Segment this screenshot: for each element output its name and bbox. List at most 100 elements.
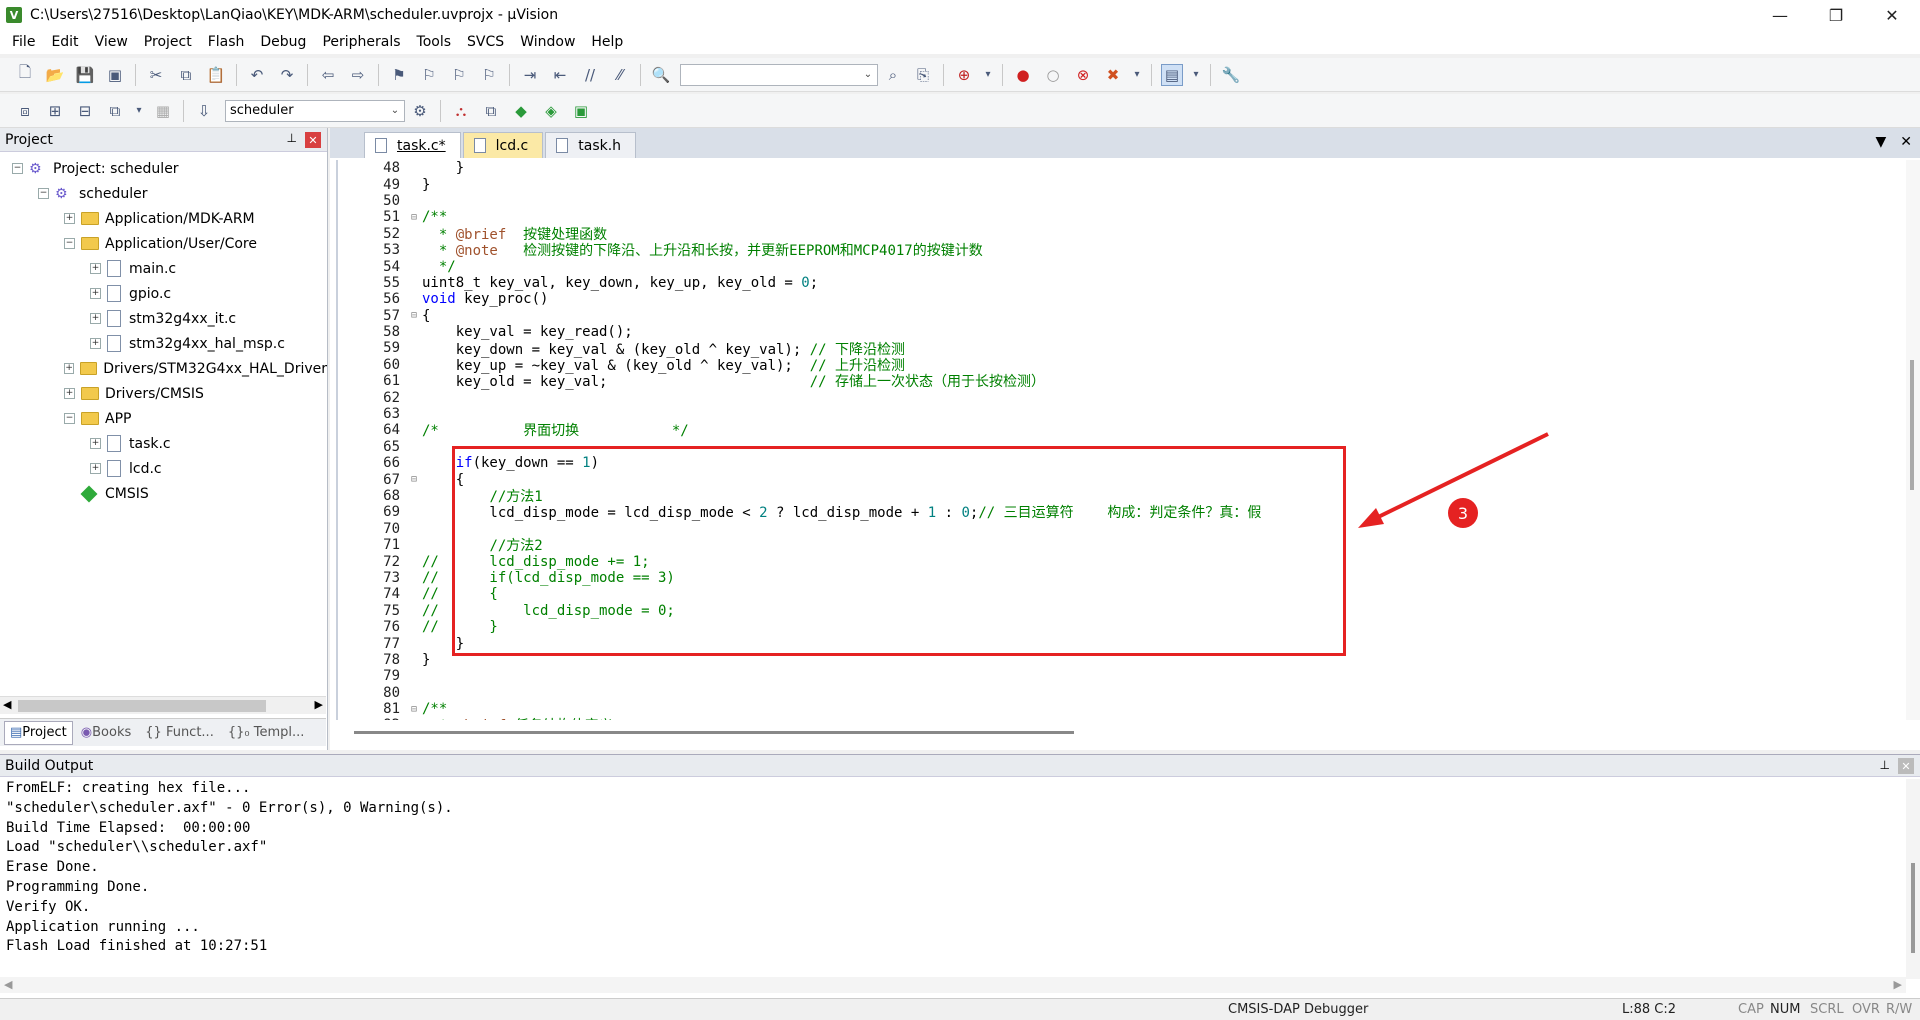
tree-item[interactable]: + task.c <box>0 431 327 456</box>
code-line[interactable]: 79 <box>338 668 1914 684</box>
tab-functions[interactable]: {} Funct... <box>139 721 220 745</box>
expand-icon[interactable]: + <box>90 438 101 449</box>
editor-tab-task-c-[interactable]: task.c* <box>364 132 461 158</box>
cut-icon[interactable]: ✂ <box>145 64 167 86</box>
expand-icon[interactable]: + <box>64 388 75 399</box>
save-all-icon[interactable]: ▣ <box>104 64 126 86</box>
prev-bookmark-icon[interactable]: ⚐ <box>418 64 440 86</box>
tree-item[interactable]: + Drivers/STM32G4xx_HAL_Driver <box>0 356 327 381</box>
close-tab-icon[interactable]: ✕ <box>1900 134 1912 150</box>
indent-icon[interactable]: ⇥ <box>519 64 541 86</box>
tree-item[interactable]: CMSIS <box>0 481 327 506</box>
translate-icon[interactable]: ⧈ <box>14 100 36 122</box>
clear-bookmarks-icon[interactable]: ⚐ <box>478 64 500 86</box>
scroll-right-icon[interactable]: ▶ <box>315 698 323 711</box>
code-area[interactable]: 48 } 49} 50 51 ⊟/** 52 * @brief 按键处理函数 53 * @n… <box>336 160 1914 720</box>
code-line[interactable]: 48 } <box>338 160 1914 176</box>
download-icon[interactable]: ⇩ <box>193 100 215 122</box>
find-in-files-icon[interactable]: 🔍 <box>650 64 672 86</box>
code-line[interactable]: 75 // lcd_disp_mode = 0; <box>338 603 1914 619</box>
code-line[interactable]: 62 <box>338 389 1914 406</box>
code-line[interactable]: 56 void key_proc() <box>338 291 1914 307</box>
expand-icon[interactable]: + <box>90 338 101 349</box>
incremental-find-icon[interactable]: ⎘ <box>912 64 934 86</box>
expand-icon[interactable]: + <box>90 288 101 299</box>
copy-icon[interactable]: ⧉ <box>175 64 197 86</box>
find-icon[interactable]: ⌕ <box>882 64 904 86</box>
code-line[interactable]: 50 <box>338 193 1914 209</box>
run-time-environment-icon[interactable]: ▣ <box>570 100 592 122</box>
code-line[interactable]: 70 <box>338 521 1914 537</box>
code-line[interactable]: 57 ⊟{ <box>338 308 1914 324</box>
code-line[interactable]: 65 <box>338 439 1914 455</box>
manage-rte-icon[interactable]: ◈ <box>540 100 562 122</box>
debug-session-icon[interactable]: ⊕ <box>953 64 975 86</box>
tree-item[interactable]: + stm32g4xx_hal_msp.c <box>0 331 327 356</box>
manage-project-items-icon[interactable]: ⛬ <box>450 100 472 122</box>
collapse-icon[interactable]: − <box>12 163 23 174</box>
expand-icon[interactable]: + <box>90 263 101 274</box>
menu-debug[interactable]: Debug <box>252 30 314 54</box>
expand-icon[interactable]: + <box>90 463 101 474</box>
target-options-icon[interactable]: ⚙ <box>409 100 431 122</box>
code-line[interactable]: 67 ⊟ { <box>338 471 1914 488</box>
tree-item[interactable]: + main.c <box>0 256 327 281</box>
menu-peripherals[interactable]: Peripherals <box>314 30 408 54</box>
scroll-right-icon[interactable]: ▶ <box>1894 978 1902 991</box>
next-bookmark-icon[interactable]: ⚐ <box>448 64 470 86</box>
fold-toggle-icon[interactable]: ⊟ <box>406 310 422 321</box>
fold-toggle-icon[interactable]: ⊟ <box>406 474 422 485</box>
menu-tools[interactable]: Tools <box>409 30 460 54</box>
tab-templates[interactable]: {}₀ Templ... <box>222 721 311 745</box>
tree-item[interactable]: − ⚙ Project: scheduler <box>0 156 327 181</box>
fold-toggle-icon[interactable]: ⊟ <box>406 704 422 715</box>
pin-icon[interactable]: ⊥ <box>287 131 297 145</box>
uncomment-icon[interactable]: ⁄⁄ <box>609 64 631 86</box>
code-line[interactable]: 72 // lcd_disp_mode += 1; <box>338 553 1914 570</box>
code-line[interactable]: 66 if(key_down == 1) <box>338 455 1914 471</box>
editor-hscrollbar[interactable] <box>336 726 1896 740</box>
new-file-icon[interactable]: 🗋 <box>14 63 36 86</box>
code-line[interactable]: 76 // } <box>338 619 1914 635</box>
configure-wrench-icon[interactable]: 🔧 <box>1220 64 1242 86</box>
tab-books[interactable]: ◉ Books <box>75 721 137 745</box>
menu-edit[interactable]: Edit <box>43 30 86 54</box>
tree-item[interactable]: − Application/User/Core <box>0 231 327 256</box>
tab-list-icon[interactable]: ▼ <box>1875 134 1886 150</box>
expand-icon[interactable]: + <box>64 363 75 374</box>
bookmark-icon[interactable]: ⚑ <box>388 64 410 86</box>
code-line[interactable]: 80 <box>338 685 1914 701</box>
menu-window[interactable]: Window <box>512 30 583 54</box>
tab-project[interactable]: ▤ Project <box>4 720 73 745</box>
tree-item[interactable]: − APP <box>0 406 327 431</box>
kill-all-breakpoints-icon[interactable]: ✖ <box>1102 64 1124 86</box>
menu-project[interactable]: Project <box>136 30 200 54</box>
code-line[interactable]: 61 key_old = key_val; // 存储上一次状态（用于长按检测） <box>338 373 1914 390</box>
collapse-icon[interactable]: − <box>64 238 75 249</box>
code-line[interactable]: 55 uint8_t key_val, key_down, key_up, key… <box>338 275 1914 291</box>
tree-item[interactable]: + Drivers/CMSIS <box>0 381 327 406</box>
editor-vscrollbar[interactable] <box>1906 160 1920 720</box>
navigate-forward-icon[interactable]: ⇨ <box>347 64 369 86</box>
tree-item[interactable]: + Application/MDK-ARM <box>0 206 327 231</box>
close-icon[interactable]: ✕ <box>1898 758 1914 774</box>
build-vscrollbar[interactable] <box>1906 779 1920 979</box>
code-line[interactable]: 69 lcd_disp_mode = lcd_disp_mode < 2 ? l… <box>338 504 1914 521</box>
editor-tab-task-h[interactable]: task.h <box>545 132 637 158</box>
tree-item[interactable]: + stm32g4xx_it.c <box>0 306 327 331</box>
scrollbar-thumb[interactable] <box>18 700 266 712</box>
expand-icon[interactable]: + <box>90 313 101 324</box>
menu-svcs[interactable]: SVCS <box>459 30 512 54</box>
chevron-down-icon[interactable]: ▾ <box>1191 64 1201 86</box>
breakpoint-icon[interactable]: ● <box>1012 64 1034 86</box>
code-line[interactable]: 71 //方法2 <box>338 537 1914 554</box>
redo-icon[interactable]: ↷ <box>276 64 298 86</box>
menu-flash[interactable]: Flash <box>200 30 253 54</box>
minimize-button[interactable]: — <box>1752 0 1808 30</box>
code-line[interactable]: 82 * @brief 任务结构体定义 <box>338 717 1914 720</box>
navigate-back-icon[interactable]: ⇦ <box>317 64 339 86</box>
menu-help[interactable]: Help <box>583 30 631 54</box>
scrollbar-thumb[interactable] <box>354 731 1074 734</box>
scroll-left-icon[interactable]: ◀ <box>4 978 12 991</box>
collapse-icon[interactable]: − <box>64 413 75 424</box>
